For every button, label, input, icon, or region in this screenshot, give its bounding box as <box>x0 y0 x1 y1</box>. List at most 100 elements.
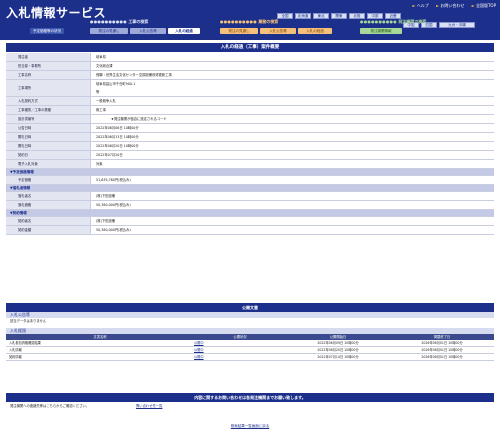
construction-search-group: ●●●●●●●●●● 工事の検索 <box>90 19 149 24</box>
table-row: 入札情報 公開中 2022年06月20日 10時00分 2026年06月01日 … <box>6 347 494 354</box>
detail-label: 開札日時 <box>6 142 90 150</box>
page-title: 入札の経過（工事）案件概要 <box>6 43 494 52</box>
detail-value: 2022年06月20日 10時00分 <box>90 142 494 150</box>
detail-label: 入札契約方式 <box>6 97 90 105</box>
doc-start-date: 2022年07月14日 10時00分 <box>317 355 359 359</box>
detail-value: 飛騨・世界生活文化センター空調設備改修更新工事 <box>90 71 494 79</box>
national-top-link[interactable]: 全国版TOP <box>472 3 496 8</box>
detail-row: 落札価格 50,380,000円(税込み) <box>6 201 494 210</box>
help-link[interactable]: ヘルプ <box>412 3 428 8</box>
doc-status-link[interactable]: 公開中 <box>191 354 286 360</box>
detail-row: 電子入札対象 対象 <box>6 160 494 169</box>
detail-label: 発注者 <box>6 53 90 61</box>
detail-value: 2022年06月06日 10時00分 <box>90 124 494 132</box>
location-line: 岐阜県高山市千島町900-1 <box>96 82 136 86</box>
public-documents: 公開文書 入札公告等 該当データはありません 入札経過 文書名称 公開状況 公開… <box>6 303 494 361</box>
detail-row: 落札者名 (株)下田設備 <box>6 192 494 201</box>
detail-row: 公告日時 2022年06月06日 10時00分 <box>6 124 494 133</box>
back-to-results-link[interactable]: 検索結果一覧画面に戻る <box>231 424 270 428</box>
detail-row: 予定価格 51,635,760円(税込み) <box>6 176 494 185</box>
detail-label: 工事名称 <box>6 71 90 79</box>
region-button[interactable]: 九州・沖縄 <box>439 22 475 28</box>
detail-value: 50,380,000円(税込み) <box>90 201 494 209</box>
doc-name: 入札参加資格確認結果 <box>9 341 41 345</box>
tab-service-history[interactable]: 入札の経過 <box>298 28 332 34</box>
region-button[interactable]: 北海道 <box>295 13 311 19</box>
detail-value: 管工事 <box>90 106 494 114</box>
doc-end-date: 2026年06月01日 10時00分 <box>421 355 463 359</box>
no-data-text: 該当データはありません <box>10 319 47 323</box>
section-header: 落札者情報 <box>6 185 494 192</box>
tab-construction-history[interactable]: 入札の経過 <box>168 28 200 34</box>
detail-value: 2022年07月20日 <box>90 151 494 159</box>
doc-name: 入札情報 <box>9 348 22 352</box>
doc-end-date: 2026年06月01日 10時00分 <box>421 348 463 352</box>
header-band <box>0 37 500 40</box>
detail-row: 契約金額 50,380,000円(税込み) <box>6 226 494 235</box>
detail-label: 担当部・事務所 <box>6 62 90 70</box>
detail-row: 工事種別／工事の業種 管工事 <box>6 106 494 115</box>
detail-row: 発注者 岐阜県 <box>6 53 494 62</box>
location-line: 等 <box>96 90 100 94</box>
detail-value: 対象 <box>90 160 494 168</box>
tab-service-outlook[interactable]: 発注の見通し <box>220 28 258 34</box>
detail-row: 開札日時 2022年06月20日 10時00分 <box>6 142 494 151</box>
detail-value: ★発注機関が独自に設定されるコード <box>90 115 494 123</box>
doc-status-link[interactable]: 公開中 <box>191 347 286 353</box>
detail-value: (株)下田設備 <box>90 217 494 225</box>
doc-start-date: 2022年06月20日 10時00分 <box>317 348 359 352</box>
table-row: 契約情報 公開中 2022年07月14日 10時00分 2026年06月01日 … <box>6 354 494 361</box>
detail-row: 開札日時 2022年06月13日 10時00分 <box>6 133 494 142</box>
detail-label: 工事場所 <box>6 80 90 96</box>
detail-value: 岐阜県 <box>90 53 494 61</box>
detail-label: 契約金額 <box>6 226 90 234</box>
detail-label: 公告日時 <box>6 124 90 132</box>
detail-value: 岐阜県高山市千島町900-1 等 <box>90 80 494 96</box>
footer: 検索結果一覧画面に戻る <box>0 424 500 429</box>
detail-value: 51,635,760円(税込み) <box>90 176 494 184</box>
tab-construction-notice[interactable]: 入札公告等 <box>130 28 166 34</box>
detail-label: 開札日時 <box>6 133 90 141</box>
detail-row: 工事場所 岐阜県高山市千島町900-1 等 <box>6 80 494 97</box>
detail-row: 担当部・事務所 文化総合課 <box>6 62 494 71</box>
doc-start-date: 2022年06月09日 10時00分 <box>317 341 359 345</box>
detail-value: 一般競争入札 <box>90 97 494 105</box>
detail-label: 契約日 <box>6 151 90 159</box>
detail-label: 契約者名 <box>6 217 90 225</box>
detail-value: 2022年06月13日 10時00分 <box>90 133 494 141</box>
detail-value: (株)下田設備 <box>90 192 494 200</box>
tab-agency-info[interactable]: 発注機関情報 <box>360 28 402 34</box>
detail-row: 工事名称 飛騨・世界生活文化センター空調設備改修更新工事 <box>6 71 494 80</box>
group-title: 発注機関で検索 <box>398 19 427 24</box>
detail-row: 入札契約方式 一般競争入札 <box>6 97 494 106</box>
region-button[interactable]: 関東 <box>331 13 347 19</box>
tab-service-notice[interactable]: 入札公告等 <box>260 28 296 34</box>
doc-end-date: 2026年06月01日 10時00分 <box>421 341 463 345</box>
service-search-group: ●●●●●●●●●● 業務の検索 <box>220 19 279 24</box>
detail-value: 文化総合課 <box>90 62 494 70</box>
detail-label: 設計書番号 <box>6 115 90 123</box>
detail-label: 電子入札対象 <box>6 160 90 168</box>
group-title: 工事の検索 <box>128 19 149 24</box>
detail-label: 予定価格 <box>6 176 90 184</box>
region-button[interactable]: 東北 <box>313 13 329 19</box>
contact-list-link[interactable]: 問い合わせ先一覧 <box>126 402 162 410</box>
project-details-table: 発注者 岐阜県 担当部・事務所 文化総合課 工事名称 飛騨・世界生活文化センター空調設… <box>6 53 494 235</box>
detail-value: 50,380,000円(税込み) <box>90 226 494 234</box>
contact-label: 発注機関への連絡先等はこちらからご確認ください。 <box>10 404 90 408</box>
doc-status-link[interactable]: 公開中 <box>191 340 286 346</box>
detail-row: 契約日 2022年07月20日 <box>6 151 494 160</box>
table-row: 入札参加資格確認結果 公開中 2022年06月09日 10時00分 2026年0… <box>6 340 494 347</box>
tab-construction-outlook[interactable]: 発注の見通し <box>90 28 128 34</box>
header-links: ヘルプ お問い合わせ 全国版TOP <box>406 3 496 9</box>
tab-expected-price[interactable]: 予定価格等の状況 <box>30 28 64 34</box>
detail-row: 契約者名 (株)下田設備 <box>6 217 494 226</box>
section-header: 予定価格情報 <box>6 169 494 176</box>
group-title: 業務の検索 <box>258 19 279 24</box>
contact-link[interactable]: お問い合わせ <box>436 3 464 8</box>
region-button[interactable]: 全国 <box>277 13 293 19</box>
contact-row: 発注機関への連絡先等はこちらからご確認ください。 問い合わせ先一覧 <box>6 402 494 410</box>
detail-label: 落札者名 <box>6 192 90 200</box>
public-docs-title: 公開文書 <box>6 303 494 312</box>
doc-name: 契約情報 <box>9 355 22 359</box>
